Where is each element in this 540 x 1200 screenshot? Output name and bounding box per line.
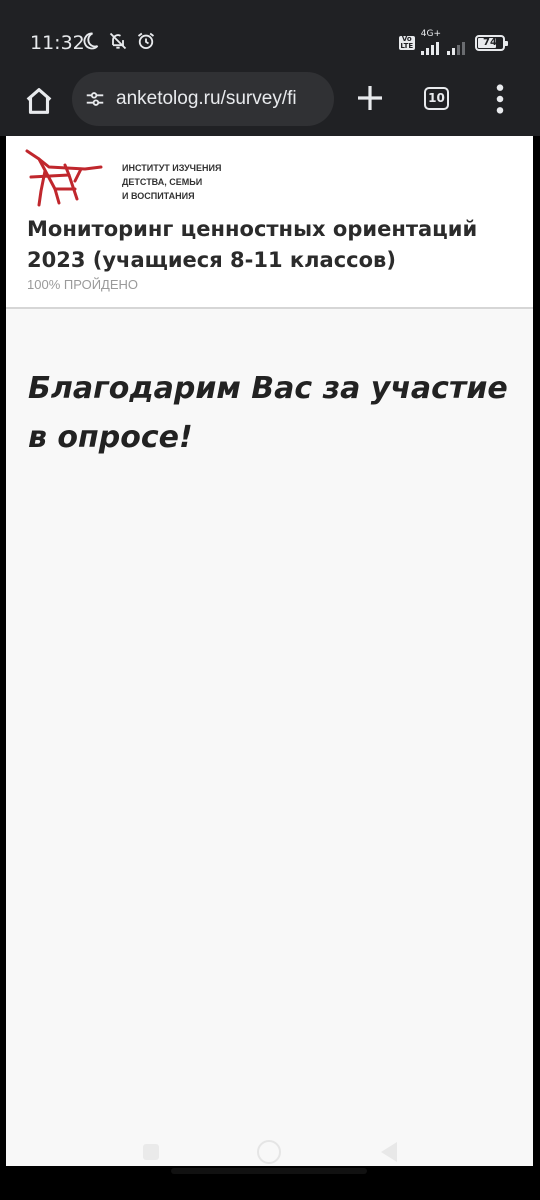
survey-title: Мониторинг ценностных ориентаций 2023 (у… bbox=[27, 217, 478, 272]
signal-icon bbox=[420, 39, 439, 55]
battery-tip bbox=[505, 40, 508, 46]
signal-sim1: 4G+ bbox=[420, 29, 441, 55]
bell-off-icon bbox=[109, 32, 127, 50]
back-icon[interactable] bbox=[381, 1142, 397, 1162]
web-page: ИНСТИТУТ ИЗУЧЕНИЯ ДЕТСТВА, СЕМЬИ И ВОСПИ… bbox=[6, 136, 533, 1166]
institute-name-line3: И ВОСПИТАНИЯ bbox=[122, 191, 195, 201]
survey-header: ИНСТИТУТ ИЗУЧЕНИЯ ДЕТСТВА, СЕМЬИ И ВОСПИ… bbox=[6, 136, 533, 309]
institute-name-line2: ДЕТСТВА, СЕМЬИ bbox=[122, 177, 203, 187]
volte-badge: Vo LTE bbox=[398, 34, 415, 50]
thanks-message: Благодарим Вас за участие в опросе! bbox=[28, 371, 508, 455]
address-bar[interactable]: anketolog.ru/survey/fi bbox=[72, 72, 334, 126]
plus-icon[interactable] bbox=[354, 82, 386, 114]
system-nav-bar bbox=[0, 1130, 540, 1200]
status-icons-right: Vo LTE 4G+ 74 bbox=[398, 29, 508, 55]
battery-icon: 74 bbox=[475, 34, 508, 51]
institute-name: ИНСТИТУТ ИЗУЧЕНИЯ ДЕТСТВА, СЕМЬИ И ВОСПИ… bbox=[122, 161, 221, 203]
tabs-button[interactable]: 10 bbox=[424, 87, 449, 110]
institute-name-line1: ИНСТИТУТ ИЗУЧЕНИЯ bbox=[122, 163, 222, 173]
home-nav-icon[interactable] bbox=[257, 1140, 281, 1164]
institute-logo bbox=[25, 149, 103, 207]
progress-text: 100% ПРОЙДЕНО bbox=[27, 277, 139, 292]
network-type-label: 4G+ bbox=[420, 29, 441, 39]
status-bar: 11:32 Vo LTE 4G+ 74 bbox=[0, 0, 540, 70]
home-icon[interactable] bbox=[22, 84, 56, 118]
status-time: 11:32 bbox=[30, 32, 85, 54]
recents-icon[interactable] bbox=[143, 1144, 159, 1160]
moon-icon bbox=[83, 32, 99, 50]
signal-sim2-icon bbox=[447, 39, 465, 55]
battery-level: 74 bbox=[483, 36, 497, 48]
phone-frame: 11:32 Vo LTE 4G+ 74 anketolog.ru/survey/… bbox=[0, 0, 540, 1200]
more-menu-icon[interactable] bbox=[490, 82, 510, 116]
url-text[interactable]: anketolog.ru/survey/fi bbox=[116, 88, 297, 110]
site-info-icon[interactable] bbox=[84, 88, 106, 110]
status-icons-left bbox=[80, 31, 156, 51]
gesture-bar[interactable] bbox=[171, 1168, 367, 1174]
browser-toolbar: anketolog.ru/survey/fi 10 bbox=[0, 70, 540, 136]
alarm-icon bbox=[137, 32, 155, 49]
